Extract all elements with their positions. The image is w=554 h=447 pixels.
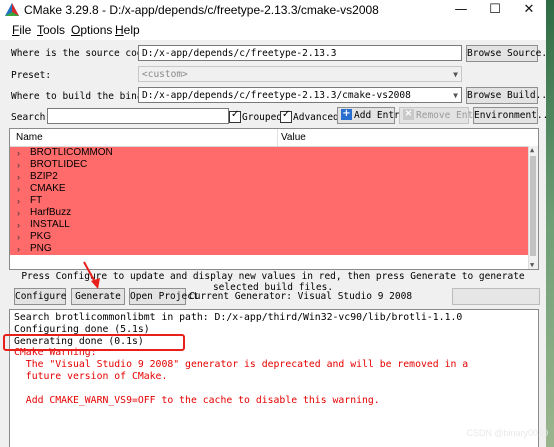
browse-build-button[interactable]: Browse Build... <box>466 87 546 104</box>
tree-group-row[interactable]: › BZIP2 <box>10 171 528 183</box>
preset-label: Preset: <box>11 70 52 81</box>
chevron-down-icon: ▼ <box>453 91 458 100</box>
remove-icon: × <box>403 108 414 120</box>
add-entry-label: Add Entry <box>354 110 406 121</box>
column-value-header[interactable]: Value <box>281 132 306 143</box>
chevron-right-icon[interactable]: › <box>17 183 20 195</box>
log-line: Add CMAKE_WARN_VS9=OFF to the cache to d… <box>14 395 380 406</box>
build-path-select[interactable]: D:/x-app/depends/c/freetype-2.13.3/cmake… <box>138 87 462 103</box>
grouped-checkbox[interactable]: ✓ <box>229 109 241 123</box>
preset-select[interactable]: <custom> ▼ <box>138 66 462 82</box>
menu-tools[interactable]: Tools <box>37 23 65 37</box>
column-divider[interactable] <box>277 129 278 146</box>
tree-group-row[interactable]: › PKG <box>10 231 528 243</box>
tree-group-row[interactable]: › CMAKE <box>10 183 528 195</box>
close-button[interactable]: ✕ <box>512 0 546 21</box>
minimize-button[interactable]: — <box>444 0 478 21</box>
chevron-right-icon[interactable]: › <box>17 159 20 171</box>
output-log[interactable]: Search brotlicommonlibmt in path: D:/x-a… <box>9 309 539 447</box>
plus-icon: + <box>341 108 352 120</box>
window-title: CMake 3.29.8 - D:/x-app/depends/c/freety… <box>24 3 379 17</box>
tree-scrollbar[interactable]: ▲ ▼ <box>528 146 538 269</box>
chevron-right-icon[interactable]: › <box>17 207 20 219</box>
chevron-right-icon[interactable]: › <box>17 243 20 255</box>
search-label: Search: <box>11 112 52 123</box>
tree-group-row[interactable]: › FT <box>10 195 528 207</box>
highlight-box-annotation <box>3 334 185 351</box>
cmake-logo-icon <box>5 3 19 16</box>
current-generator-label: Current Generator: Visual Studio 9 2008 <box>189 291 413 302</box>
scroll-up-icon[interactable]: ▲ <box>530 146 534 154</box>
chevron-right-icon[interactable]: › <box>17 231 20 243</box>
desktop-background <box>546 0 554 447</box>
preset-value: <custom> <box>142 69 188 80</box>
tree-group-row[interactable]: › BROTLICOMMON <box>10 147 528 159</box>
progress-bar <box>452 288 540 305</box>
chevron-right-icon[interactable]: › <box>17 195 20 207</box>
advanced-checkbox[interactable]: ✓ <box>280 109 292 123</box>
chevron-right-icon[interactable]: › <box>17 219 20 231</box>
open-project-button[interactable]: Open Project <box>129 288 199 305</box>
chevron-right-icon[interactable]: › <box>17 147 20 159</box>
column-name-header[interactable]: Name <box>16 132 43 143</box>
tree-group-row[interactable]: › BROTLIDEC <box>10 159 528 171</box>
source-path-input[interactable]: D:/x-app/depends/c/freetype-2.13.3 <box>138 45 462 61</box>
remove-entry-button[interactable]: × Remove Entry <box>399 107 485 124</box>
chevron-right-icon[interactable]: › <box>17 171 20 183</box>
maximize-button[interactable]: ☐ <box>478 0 512 21</box>
scrollbar-thumb[interactable] <box>530 156 536 256</box>
log-line: Search brotlicommonlibmt in path: D:/x-a… <box>14 312 463 323</box>
tree-group-row[interactable]: › PNG <box>10 243 528 255</box>
tree-header: Name Value <box>10 129 538 147</box>
menu-options[interactable]: Options <box>71 23 112 37</box>
advanced-label: Advanced <box>293 112 339 123</box>
environment-button[interactable]: Environment... <box>473 107 546 124</box>
menu-bar: File Tools Options Help <box>0 21 546 40</box>
scroll-down-icon[interactable]: ▼ <box>530 261 534 269</box>
watermark: CSDN @binary0010 <box>466 428 548 438</box>
tree-group-row[interactable]: › HarfBuzz <box>10 207 528 219</box>
generate-button[interactable]: Generate <box>71 288 125 305</box>
source-label: Where is the source code: <box>11 48 154 59</box>
chevron-down-icon: ▼ <box>453 70 458 79</box>
check-icon: ✓ <box>282 109 291 120</box>
cmake-window: CMake 3.29.8 - D:/x-app/depends/c/freety… <box>0 0 547 447</box>
menu-help[interactable]: Help <box>115 23 140 37</box>
search-input[interactable] <box>47 108 229 124</box>
browse-source-button[interactable]: Browse Source... <box>466 45 546 62</box>
grouped-label: Grouped <box>242 112 283 123</box>
log-line: The "Visual Studio 9 2008" generator is … <box>14 359 469 370</box>
menu-file[interactable]: File <box>12 23 31 37</box>
configure-button[interactable]: Configure <box>14 288 66 305</box>
title-bar: CMake 3.29.8 - D:/x-app/depends/c/freety… <box>0 0 546 21</box>
log-line: future version of CMake. <box>14 371 168 382</box>
add-entry-button[interactable]: + Add Entry <box>337 107 405 124</box>
check-icon: ✓ <box>231 109 240 120</box>
build-path-value: D:/x-app/depends/c/freetype-2.13.3/cmake… <box>142 90 411 101</box>
cache-tree[interactable]: Name Value › BROTLICOMMON › BROTLIDEC › BZI… <box>9 128 539 270</box>
tree-group-row[interactable]: › INSTALL <box>10 219 528 231</box>
